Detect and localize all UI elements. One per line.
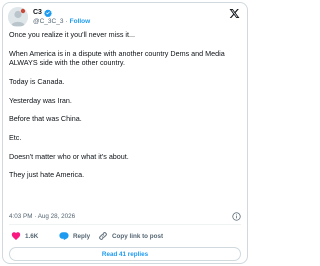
reply-button[interactable]: Reply [59,230,90,242]
tweet-paragraph: They just hate America. [9,170,85,180]
tweet-paragraph: Yesterday was Iran. [9,95,72,105]
separator-dot: · [65,18,68,25]
follow-button[interactable]: Follow [70,17,91,26]
handle-row: @C_3C_3 · Follow [33,17,90,26]
like-count: 1.6K [25,232,39,240]
copy-link-button[interactable]: Copy link to post [98,230,163,242]
read-replies-button[interactable]: Read 41 replies [9,247,241,261]
tweet-paragraph: Once you realize it you'll never miss it… [9,30,136,39]
avatar-image [8,7,28,27]
tweet-paragraph: When America is in a dispute with anothe… [9,48,225,68]
name-row: C3 [33,8,90,17]
author-handle[interactable]: @C_3C_3 [33,17,63,26]
tweet-paragraph: Doesn't matter who or what it's about. [9,151,129,161]
avatar[interactable] [8,7,28,27]
author-display-name[interactable]: C3 [33,8,42,17]
reply-icon [59,232,69,241]
copy-link-label: Copy link to post [112,232,164,240]
tweet-card: C3 @C_3C_3 · Follow Once you realize it … [2,2,248,264]
tweet-text: Once you realize it you'll never miss it… [9,30,241,189]
timestamp-row: 4:03 PM · Aug 28, 2026 [9,212,241,222]
action-bar: 1.6K Reply Copy link to post [11,230,241,242]
tweet-header: C3 @C_3C_3 · Follow [8,7,242,27]
divider [9,224,241,225]
verified-badge-icon [44,9,52,17]
tweet-timestamp[interactable]: 4:03 PM · Aug 28, 2026 [9,213,75,220]
tweet-paragraph: Before that was China. [9,114,82,124]
heart-icon [11,232,21,240]
reply-label: Reply [73,232,91,240]
x-logo-icon[interactable] [229,8,240,19]
author-block: C3 @C_3C_3 · Follow [33,8,90,26]
info-icon[interactable] [232,212,241,221]
tweet-paragraph: Etc. [9,132,22,142]
tweet-paragraph: Today is Canada. [9,76,65,86]
like-button[interactable]: 1.6K [11,230,38,242]
link-icon [99,232,107,240]
